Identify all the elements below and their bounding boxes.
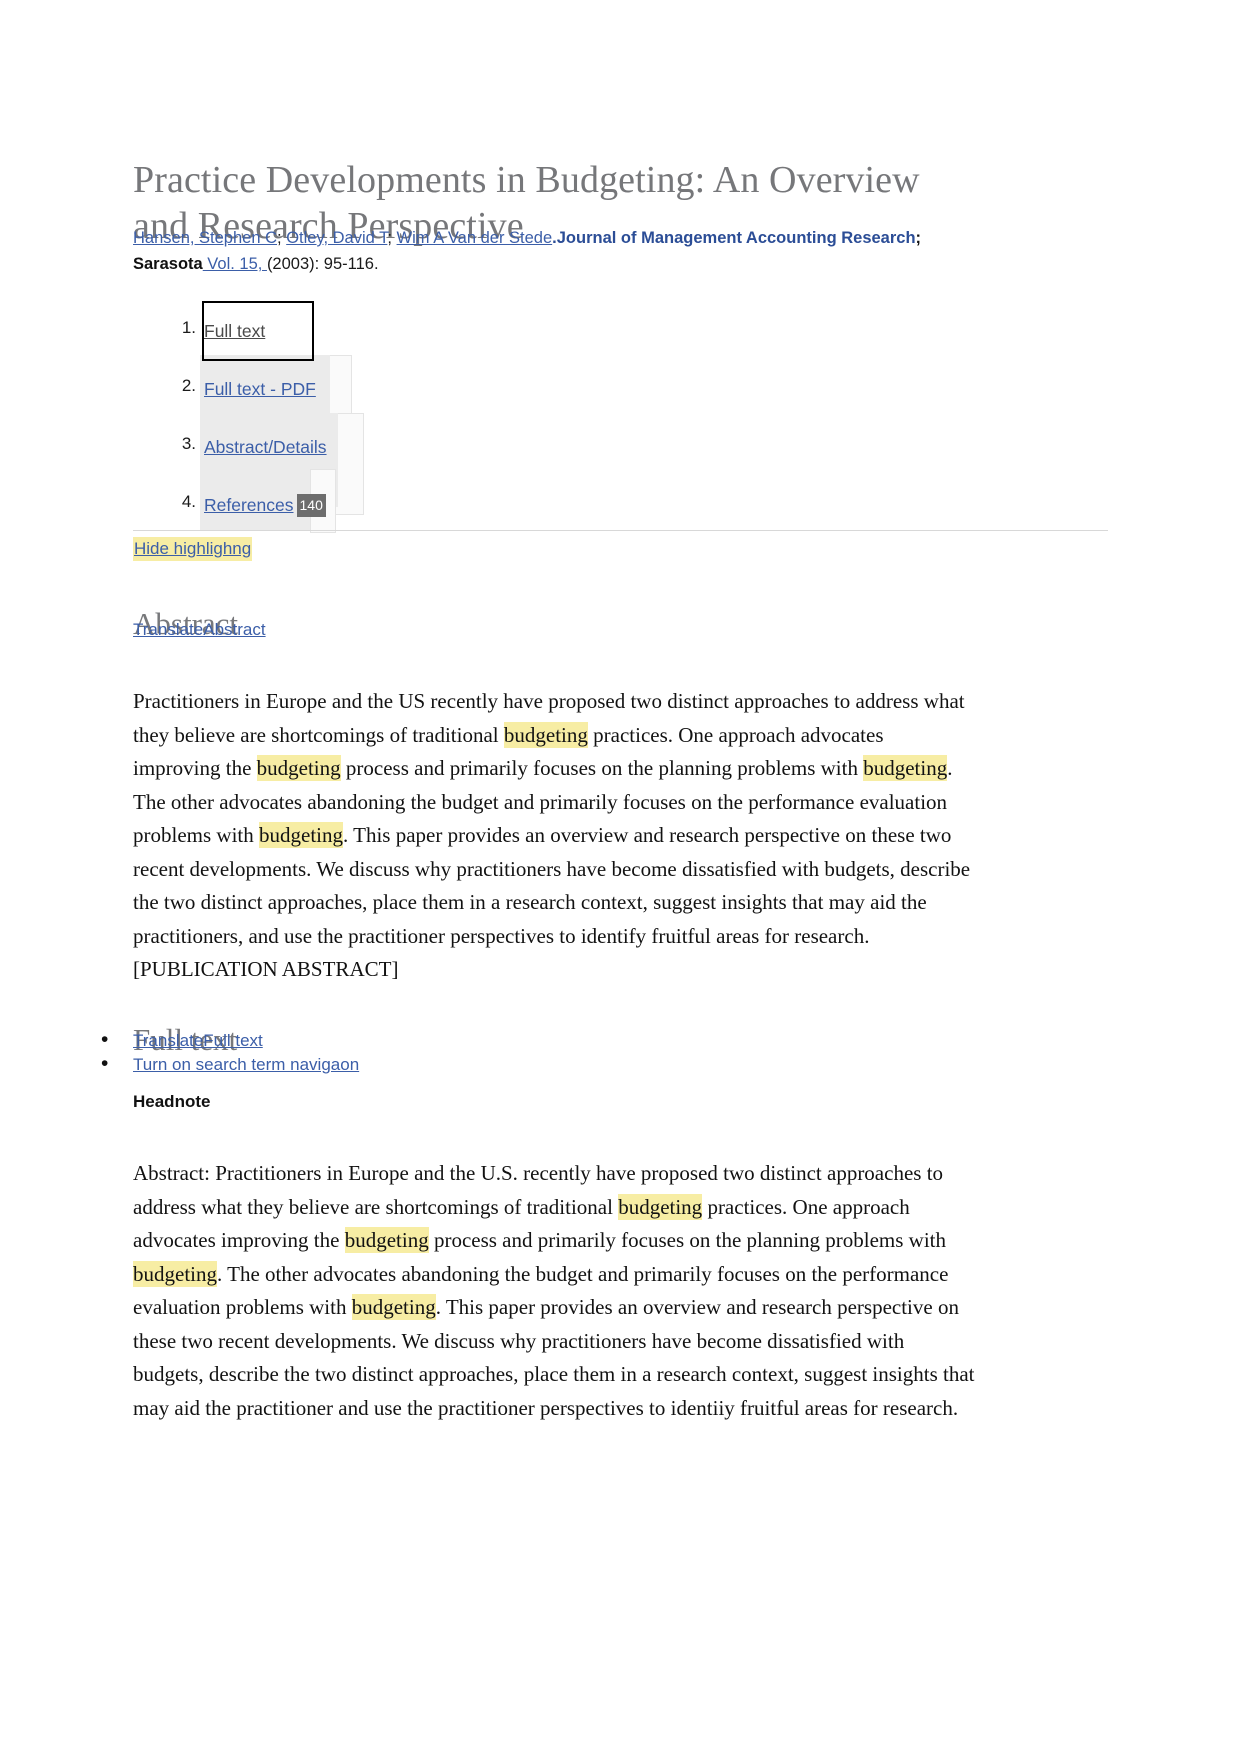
author-link-1[interactable]: Hansen, Stephen C <box>133 229 277 247</box>
search-term-navigation-link[interactable]: Turn on search term navigaon <box>133 1055 359 1074</box>
list-item[interactable]: 4. References 140 <box>160 469 580 537</box>
access-options-list: 1. Full text 2. Full text - PDF 3. Abstr… <box>160 301 580 537</box>
list-item-number: 3. <box>181 434 196 453</box>
link-cell[interactable]: References 140 <box>202 479 326 531</box>
list-item-number: 2. <box>181 376 196 395</box>
search-term-highlight: budgeting <box>133 1260 217 1287</box>
search-term-highlight: budgeting <box>863 755 948 781</box>
list-item[interactable]: Turn on search term navigaon <box>97 1052 517 1079</box>
search-term-highlight: budgeting <box>351 1294 436 1320</box>
translate-full-text-link[interactable]: TranslateFull text <box>133 1031 263 1050</box>
full-text-links: TranslateFull text Turn on search term n… <box>97 1028 517 1079</box>
list-item-number: 1. <box>181 318 196 337</box>
section-divider <box>133 530 1108 531</box>
list-item[interactable]: 1. Full text <box>160 301 580 363</box>
document-page: Practice Developments in Budgeting: An O… <box>0 0 1241 1754</box>
full-text-pdf-link[interactable]: Full text - PDF <box>204 379 316 400</box>
author-link-2[interactable]: Otley, David T <box>286 229 387 247</box>
search-term-highlight: budgeting <box>503 721 588 748</box>
journal-name: Journal of Management Accounting Researc… <box>556 229 916 247</box>
abstract-details-link[interactable]: Abstract/Details <box>204 437 327 458</box>
citation-line: Hansen, Stephen C; Otley, David T; Wim A… <box>133 225 963 277</box>
full-text-link[interactable]: Full text <box>204 321 265 342</box>
references-link[interactable]: References <box>204 495 294 516</box>
link-cell[interactable]: Abstract/Details <box>202 421 327 473</box>
hide-highlighting-link[interactable]: Hide highlighng <box>133 537 253 561</box>
author-link-3[interactable]: Wim A Van der Stede <box>397 229 553 247</box>
citation-year-pages: (2003): 95-116. <box>266 255 379 273</box>
references-count-badge: 140 <box>296 493 326 517</box>
list-item[interactable]: TranslateFull text <box>97 1028 517 1055</box>
abstract-paragraph: Practitioners in Europe and the US recen… <box>133 689 971 981</box>
list-item-number: 4. <box>181 492 196 511</box>
headnote-label: Headnote <box>133 1092 211 1111</box>
translate-abstract-link[interactable]: TranslateAbstract <box>133 620 266 640</box>
search-term-highlight: budgeting <box>259 822 343 848</box>
citation-separator-2: ; <box>387 229 397 247</box>
headnote-paragraph: Abstract: Practitioners in Europe and th… <box>133 1161 975 1420</box>
search-term-highlight: budgeting <box>256 755 341 781</box>
volume-link[interactable]: Vol. 15, <box>203 255 267 273</box>
search-term-highlight: budgeting <box>344 1227 429 1253</box>
citation-separator-1: ; <box>277 229 287 247</box>
link-cell[interactable]: Full text - PDF <box>202 363 316 415</box>
search-term-highlight: budgeting <box>618 1193 703 1220</box>
